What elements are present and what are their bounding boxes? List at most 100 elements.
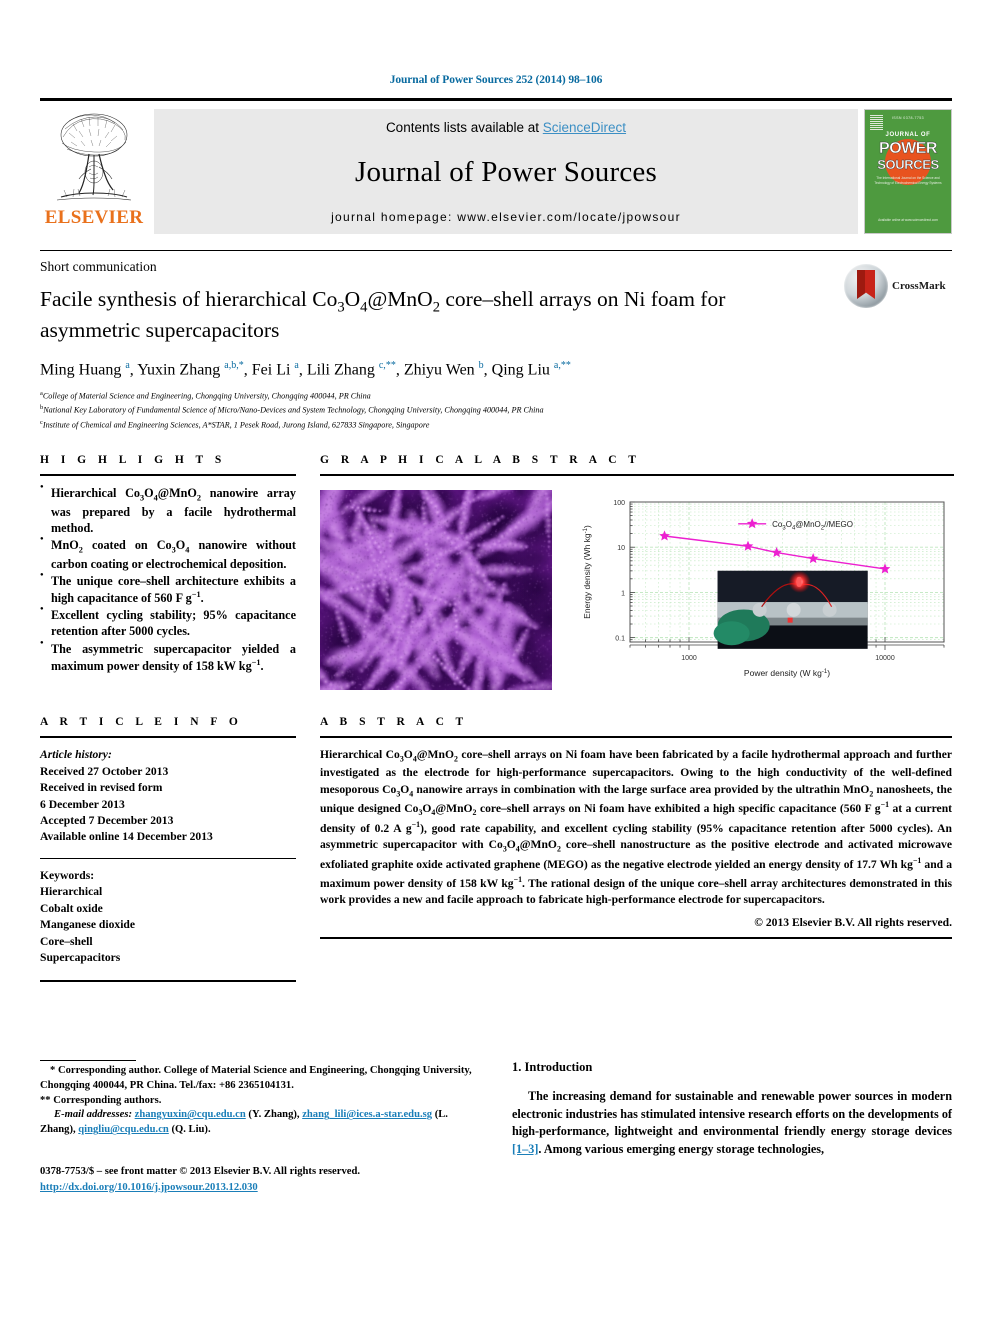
doi-link[interactable]: http://dx.doi.org/10.1016/j.jpowsour.201… (40, 1182, 258, 1193)
list-item: The unique core–shell architecture exhib… (40, 572, 296, 607)
journal-title: Journal of Power Sources (355, 156, 657, 188)
sem-micrograph (320, 490, 552, 691)
highlights-and-graphical-abstract: H I G H L I G H T S Hierarchical Co3O4@M… (40, 454, 954, 691)
list-item: MnO2 coated on Co3O4 nanowire without ca… (40, 536, 296, 572)
cover-sources-word: SOURCES (877, 157, 939, 172)
email-link[interactable]: qingliu@cqu.edu.cn (78, 1124, 169, 1135)
affiliation-text: National Key Laboratory of Fundamental S… (43, 406, 544, 416)
list-item: The asymmetric supercapacitor yielded a … (40, 640, 296, 675)
article-info-heading: A R T I C L E I N F O (40, 716, 243, 729)
footnote-rule (40, 1060, 136, 1061)
svg-text:0.1: 0.1 (615, 636, 625, 643)
abstract-column: A B S T R A C T Hierarchical Co3O4@MnO2 … (296, 716, 952, 981)
sem-canvas (320, 490, 552, 691)
elsevier-wordmark: ELSEVIER (44, 207, 144, 228)
intro-text-pre: The increasing demand for sustainable an… (512, 1089, 952, 1139)
affiliation-text: Institute of Chemical and Engineering Sc… (42, 420, 430, 430)
info-and-abstract: A R T I C L E I N F O Article history: R… (40, 716, 952, 982)
divider (320, 736, 952, 739)
intro-text-post: . Among various emerging energy storage … (538, 1142, 825, 1157)
email-owner: (Q. Liu) (171, 1124, 208, 1136)
highlights-heading: H I G H L I G H T S (40, 454, 226, 467)
crossmark-badge[interactable]: CrossMark (844, 263, 952, 309)
elsevier-logo: ELSEVIER (40, 109, 148, 229)
introduction-heading: 1. Introduction (512, 1060, 593, 1074)
keyword: Hierarchical (40, 885, 103, 899)
reference-link[interactable]: [1–3] (512, 1142, 538, 1156)
keyword: Cobalt oxide (40, 901, 103, 915)
article-page: Journal of Power Sources 252 (2014) 98–1… (0, 0, 992, 1323)
journal-homepage-link[interactable]: journal homepage: www.elsevier.com/locat… (331, 210, 681, 224)
introduction-paragraph: The increasing demand for sustainable an… (512, 1088, 952, 1159)
article-category: Short communication (40, 259, 157, 274)
history-line: Received in revised form (40, 781, 163, 795)
footnotes-column: * Corresponding author. College of Mater… (40, 1060, 480, 1195)
svg-text:1: 1 (621, 591, 625, 598)
abstract-text: Hierarchical Co3O4@MnO2 core–shell array… (320, 748, 953, 907)
email-link[interactable]: zhang_lili@ices.a-star.edu.sg (302, 1109, 432, 1120)
affiliation-item: bNational Key Laboratory of Fundamental … (40, 403, 952, 417)
keywords-block: Keywords: Hierarchical Cobalt oxide Mang… (40, 868, 296, 967)
introduction-column: 1. Introduction The increasing demand fo… (480, 1060, 952, 1195)
journal-cover-thumbnail[interactable]: ISSN 0378-7753 JOURNAL OF POWER SOURCES … (864, 109, 952, 234)
contents-line: Contents lists available at ScienceDirec… (386, 120, 626, 135)
article-history-label: Article history: (40, 748, 112, 762)
history-line: 6 December 2013 (40, 797, 125, 811)
energy-power-chart: 0.1 1 10 100 1000 10000 Power density (W kg-1)… (574, 490, 954, 690)
email-owner: (Y. Zhang) (248, 1109, 297, 1121)
affiliation-item: aCollege of Material Science and Enginee… (40, 389, 952, 403)
title-block: Short communication Facile synthesis of … (40, 250, 952, 432)
cover-issn: ISSN 0378-7753 (891, 116, 925, 120)
abstract-copyright: © 2013 Elsevier B.V. All rights reserved… (754, 915, 952, 929)
abstract-heading: A B S T R A C T (320, 716, 468, 729)
keywords-label: Keywords: (40, 868, 95, 882)
graphical-abstract-heading: G R A P H I C A L A B S T R A C T (320, 454, 641, 467)
divider (40, 857, 296, 859)
keyword: Manganese dioxide (40, 918, 136, 932)
corresponding-authors-note: ** Corresponding authors. (40, 1094, 162, 1106)
divider (40, 736, 296, 739)
front-matter-line: 0378-7753/$ – see front matter © 2013 El… (40, 1166, 360, 1178)
article-history: Article history: Received 27 October 201… (40, 747, 296, 846)
affiliation-item: cInstitute of Chemical and Engineering S… (40, 418, 952, 432)
email-link[interactable]: zhangyuxin@cqu.edu.cn (135, 1109, 246, 1120)
svg-text:Power density (W kg-1): Power density (W kg-1) (744, 668, 830, 678)
list-item: Hierarchical Co3O4@MnO2 nanowire array w… (40, 484, 296, 536)
highlights-column: H I G H L I G H T S Hierarchical Co3O4@M… (40, 454, 296, 690)
divider (320, 936, 952, 939)
cover-power-word: POWER (879, 140, 938, 157)
cover-footer: Available online at www.sciencedirect.co… (878, 217, 938, 222)
author-list: Ming Huang a, Yuxin Zhang a,b,*, Fei Li … (40, 359, 571, 378)
front-matter: 0378-7753/$ – see front matter © 2013 El… (40, 1164, 480, 1195)
sciencedirect-link[interactable]: ScienceDirect (543, 120, 626, 135)
graphical-abstract-body: 0.1 1 10 100 1000 10000 Power density (W kg-1)… (320, 490, 954, 691)
keyword: Core–shell (40, 934, 93, 948)
elsevier-tree-icon (56, 113, 132, 201)
list-item: Excellent cycling stability; 95% capacit… (40, 606, 296, 639)
divider (40, 979, 296, 982)
cover-journal-of: JOURNAL OF (885, 132, 931, 138)
ragone-plot-svg: 0.1 1 10 100 1000 10000 Power density (W kg-1)… (582, 500, 945, 678)
email-label: E-mail addresses: (54, 1109, 132, 1121)
keyword: Supercapacitors (40, 951, 121, 965)
footnotes: * Corresponding author. College of Mater… (40, 1064, 480, 1138)
contents-prefix: Contents lists available at (385, 120, 543, 135)
highlights-list: Hierarchical Co3O4@MnO2 nanowire array w… (40, 484, 296, 675)
history-line: Available online 14 December 2013 (40, 830, 213, 844)
history-line: Received 27 October 2013 (40, 764, 169, 778)
email-addresses: E-mail addresses: zhangyuxin@cqu.edu.cn … (40, 1109, 448, 1136)
corresponding-author-note: * Corresponding author. College of Mater… (40, 1065, 472, 1091)
masthead-banner: Contents lists available at ScienceDirec… (154, 109, 858, 234)
svg-text:10: 10 (617, 545, 625, 552)
svg-text:1000: 1000 (681, 655, 697, 662)
graphical-abstract-column: G R A P H I C A L A B S T R A C T 0.1 1 10… (296, 454, 954, 691)
history-line: Accepted 7 December 2013 (40, 813, 174, 827)
svg-text:10000: 10000 (875, 655, 895, 662)
crossmark-icon (844, 264, 888, 308)
journal-masthead: ELSEVIER Contents lists available at Sci… (40, 98, 952, 234)
divider (40, 474, 296, 477)
svg-text:Energy density (Wh kg-1): Energy density (Wh kg-1) (582, 525, 592, 619)
divider (320, 474, 954, 477)
running-head: Journal of Power Sources 252 (2014) 98–1… (389, 74, 603, 86)
affiliation-text: College of Material Science and Engineer… (42, 391, 371, 401)
